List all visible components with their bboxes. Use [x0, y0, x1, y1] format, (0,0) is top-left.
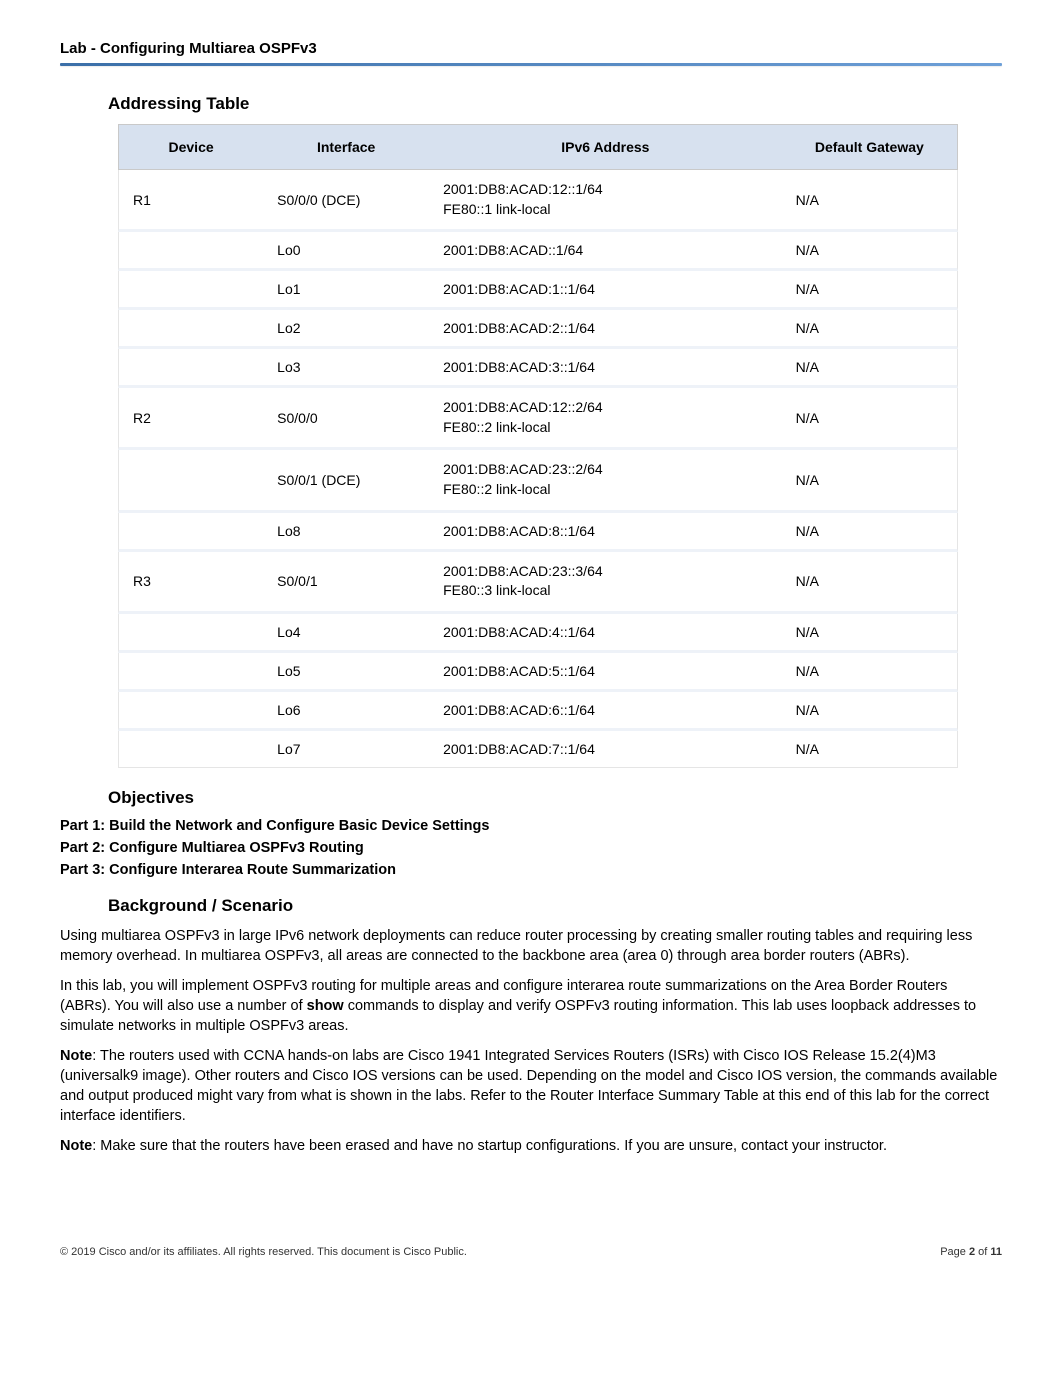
- table-row: Lo1 2001:DB8:ACAD:1::1/64 N/A: [118, 271, 958, 310]
- table-row: R3 S0/0/1 2001:DB8:ACAD:23::3/64FE80::3 …: [118, 552, 958, 614]
- cell-ipv6: 2001:DB8:ACAD:1::1/64: [429, 271, 782, 310]
- table-row: R1 S0/0/0 (DCE) 2001:DB8:ACAD:12::1/64FE…: [118, 170, 958, 232]
- cell-device: R3: [118, 552, 263, 614]
- cell-ipv6: 2001:DB8:ACAD:12::2/64FE80::2 link-local: [429, 388, 782, 450]
- cell-ipv6: 2001:DB8:ACAD:5::1/64: [429, 653, 782, 692]
- background-body: Using multiarea OSPFv3 in large IPv6 net…: [60, 926, 1002, 1156]
- show-command: show: [307, 998, 344, 1014]
- cell-ipv6: 2001:DB8:ACAD:7::1/64: [429, 731, 782, 768]
- cell-interface: S0/0/0 (DCE): [263, 170, 429, 232]
- cell-gateway: N/A: [782, 614, 958, 653]
- cell-interface: Lo2: [263, 310, 429, 349]
- cell-gateway: N/A: [782, 692, 958, 731]
- cell-device: [118, 692, 263, 731]
- cell-interface: Lo6: [263, 692, 429, 731]
- cell-gateway: N/A: [782, 653, 958, 692]
- cell-ipv6: 2001:DB8:ACAD:2::1/64: [429, 310, 782, 349]
- cell-device: R1: [118, 170, 263, 232]
- objective-part1: Part 1: Build the Network and Configure …: [60, 818, 1002, 834]
- cell-device: [118, 271, 263, 310]
- background-para2: In this lab, you will implement OSPFv3 r…: [60, 976, 1002, 1036]
- cell-ipv6: 2001:DB8:ACAD:3::1/64: [429, 349, 782, 388]
- cell-gateway: N/A: [782, 450, 958, 512]
- table-row: Lo6 2001:DB8:ACAD:6::1/64 N/A: [118, 692, 958, 731]
- cell-interface: Lo0: [263, 232, 429, 271]
- cell-gateway: N/A: [782, 170, 958, 232]
- objective-part3: Part 3: Configure Interarea Route Summar…: [60, 862, 1002, 878]
- cell-gateway: N/A: [782, 271, 958, 310]
- table-row: Lo7 2001:DB8:ACAD:7::1/64 N/A: [118, 731, 958, 768]
- cell-gateway: N/A: [782, 513, 958, 552]
- cell-gateway: N/A: [782, 232, 958, 271]
- col-ipv6: IPv6 Address: [429, 124, 782, 170]
- objectives-heading: Objectives: [108, 788, 1002, 808]
- text-span: : Make sure that the routers have been e…: [92, 1138, 887, 1154]
- table-body: R1 S0/0/0 (DCE) 2001:DB8:ACAD:12::1/64FE…: [118, 170, 958, 768]
- table-header-row: Device Interface IPv6 Address Default Ga…: [118, 124, 958, 170]
- addressing-table: Device Interface IPv6 Address Default Ga…: [118, 124, 958, 768]
- cell-interface: Lo8: [263, 513, 429, 552]
- cell-device: [118, 232, 263, 271]
- note-label: Note: [60, 1048, 92, 1064]
- cell-interface: Lo4: [263, 614, 429, 653]
- text-span: : The routers used with CCNA hands-on la…: [60, 1048, 997, 1124]
- cell-ipv6: 2001:DB8:ACAD:4::1/64: [429, 614, 782, 653]
- cell-interface: S0/0/1: [263, 552, 429, 614]
- cell-interface: Lo5: [263, 653, 429, 692]
- header-rule: [60, 63, 1002, 66]
- page-header: Lab - Configuring Multiarea OSPFv3: [60, 40, 1002, 66]
- background-heading: Background / Scenario: [108, 896, 1002, 916]
- cell-ipv6: 2001:DB8:ACAD::1/64: [429, 232, 782, 271]
- cell-gateway: N/A: [782, 731, 958, 768]
- cell-ipv6: 2001:DB8:ACAD:6::1/64: [429, 692, 782, 731]
- addressing-table-heading: Addressing Table: [108, 94, 1002, 114]
- background-para3: Note: The routers used with CCNA hands-o…: [60, 1046, 1002, 1126]
- page-label: Page: [940, 1246, 969, 1258]
- table-row: Lo4 2001:DB8:ACAD:4::1/64 N/A: [118, 614, 958, 653]
- table-row: Lo3 2001:DB8:ACAD:3::1/64 N/A: [118, 349, 958, 388]
- table-row: Lo0 2001:DB8:ACAD::1/64 N/A: [118, 232, 958, 271]
- cell-interface: Lo7: [263, 731, 429, 768]
- table-row: S0/0/1 (DCE) 2001:DB8:ACAD:23::2/64FE80:…: [118, 450, 958, 512]
- note-label: Note: [60, 1138, 92, 1154]
- cell-ipv6: 2001:DB8:ACAD:12::1/64FE80::1 link-local: [429, 170, 782, 232]
- cell-gateway: N/A: [782, 349, 958, 388]
- cell-ipv6: 2001:DB8:ACAD:23::2/64FE80::2 link-local: [429, 450, 782, 512]
- footer-copyright: © 2019 Cisco and/or its affiliates. All …: [60, 1246, 467, 1258]
- header-title: Lab - Configuring Multiarea OSPFv3: [60, 40, 1002, 63]
- page: Lab - Configuring Multiarea OSPFv3 Addre…: [0, 0, 1062, 1288]
- cell-device: [118, 614, 263, 653]
- background-para1: Using multiarea OSPFv3 in large IPv6 net…: [60, 926, 1002, 966]
- cell-ipv6: 2001:DB8:ACAD:23::3/64FE80::3 link-local: [429, 552, 782, 614]
- cell-interface: S0/0/1 (DCE): [263, 450, 429, 512]
- background-para4: Note: Make sure that the routers have be…: [60, 1136, 1002, 1156]
- cell-gateway: N/A: [782, 552, 958, 614]
- table-row: Lo2 2001:DB8:ACAD:2::1/64 N/A: [118, 310, 958, 349]
- cell-interface: S0/0/0: [263, 388, 429, 450]
- page-total: 11: [990, 1246, 1002, 1258]
- table-row: R2 S0/0/0 2001:DB8:ACAD:12::2/64FE80::2 …: [118, 388, 958, 450]
- page-footer: © 2019 Cisco and/or its affiliates. All …: [60, 1246, 1002, 1258]
- col-gateway: Default Gateway: [782, 124, 958, 170]
- cell-interface: Lo3: [263, 349, 429, 388]
- col-device: Device: [118, 124, 263, 170]
- cell-device: R2: [118, 388, 263, 450]
- cell-interface: Lo1: [263, 271, 429, 310]
- objectives-list: Part 1: Build the Network and Configure …: [60, 818, 1002, 878]
- cell-device: [118, 731, 263, 768]
- page-of: of: [975, 1246, 990, 1258]
- footer-page: Page 2 of 11: [940, 1246, 1002, 1258]
- col-interface: Interface: [263, 124, 429, 170]
- cell-gateway: N/A: [782, 310, 958, 349]
- table-row: Lo8 2001:DB8:ACAD:8::1/64 N/A: [118, 513, 958, 552]
- cell-ipv6: 2001:DB8:ACAD:8::1/64: [429, 513, 782, 552]
- cell-device: [118, 513, 263, 552]
- cell-device: [118, 653, 263, 692]
- table-row: Lo5 2001:DB8:ACAD:5::1/64 N/A: [118, 653, 958, 692]
- cell-gateway: N/A: [782, 388, 958, 450]
- cell-device: [118, 450, 263, 512]
- cell-device: [118, 310, 263, 349]
- cell-device: [118, 349, 263, 388]
- objective-part2: Part 2: Configure Multiarea OSPFv3 Routi…: [60, 840, 1002, 856]
